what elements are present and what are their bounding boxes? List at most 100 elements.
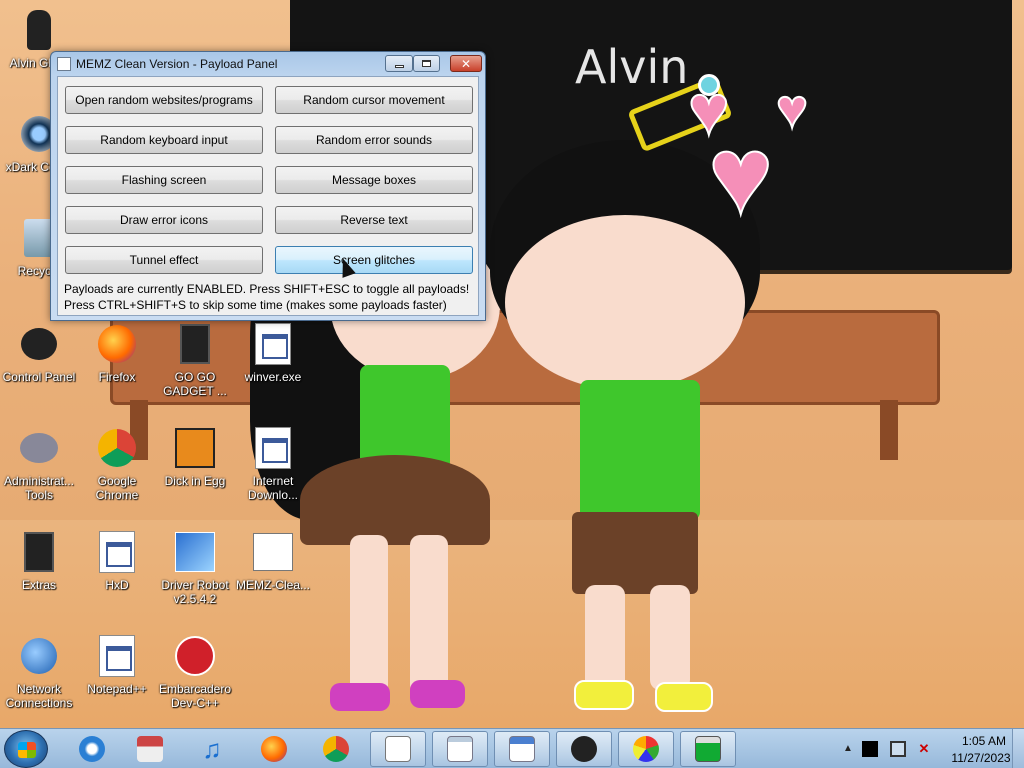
network-connections-icon bbox=[17, 634, 61, 678]
desktop-icon[interactable]: MEMZ-Clea... bbox=[234, 530, 312, 592]
desktop-icon-label: Dick in Egg bbox=[164, 474, 226, 488]
wordpad-icon bbox=[509, 736, 535, 762]
desktop-icon[interactable]: winver.exe bbox=[234, 322, 312, 384]
chrome-icon bbox=[323, 736, 349, 762]
taskbar-control-panel[interactable] bbox=[556, 731, 612, 767]
close-icon: ✕ bbox=[460, 56, 472, 71]
desktop-icon-label: Embarcadero Dev-C++ bbox=[158, 682, 232, 710]
desktop-icon[interactable]: Google Chrome bbox=[78, 426, 156, 502]
chrome-icon bbox=[95, 426, 139, 470]
taskbar-task-manager[interactable] bbox=[680, 731, 736, 767]
desktop-icon[interactable]: Firefox bbox=[78, 322, 156, 384]
maximize-icon bbox=[422, 60, 431, 67]
desktop-icon-label: Network Connections bbox=[5, 682, 73, 710]
desktop-icon[interactable]: Control Panel bbox=[0, 322, 78, 384]
action-center-icon[interactable] bbox=[862, 741, 878, 757]
tunnel-effect-button[interactable]: Tunnel effect bbox=[65, 246, 263, 274]
taskbar-chrome[interactable] bbox=[308, 731, 364, 767]
wallpaper-girl-leg bbox=[410, 535, 448, 695]
random-cursor-movement-button[interactable]: Random cursor movement bbox=[275, 86, 473, 114]
wallpaper-boy-shoe bbox=[655, 682, 713, 712]
desktop-icon-label: Extras bbox=[21, 578, 56, 592]
desktop-icon[interactable]: HxD bbox=[78, 530, 156, 592]
taskbar-memz-window[interactable] bbox=[370, 731, 426, 767]
desktop-icon[interactable]: Embarcadero Dev-C++ bbox=[156, 634, 234, 710]
wallpaper-boy-shorts bbox=[572, 512, 698, 594]
firefox-icon bbox=[95, 322, 139, 366]
payload-panel-client: Open random websites/programs Random cur… bbox=[57, 76, 479, 316]
random-keyboard-input-button[interactable]: Random keyboard input bbox=[65, 126, 263, 154]
taskbar: ♫ ▲ ✕ 1:05 AM 11/27/2023 bbox=[0, 728, 1024, 768]
store-icon bbox=[137, 736, 163, 762]
memz-icon bbox=[251, 530, 295, 574]
admin-tools-icon bbox=[17, 426, 61, 470]
notepadpp-icon bbox=[95, 634, 139, 678]
payload-status-text: Payloads are currently ENABLED. Press SH… bbox=[64, 282, 470, 296]
control-panel-icon bbox=[17, 322, 61, 366]
taskbar-firefox[interactable] bbox=[246, 731, 302, 767]
desktop-icon[interactable]: Notepad++ bbox=[78, 634, 156, 696]
network-icon[interactable] bbox=[890, 741, 906, 757]
start-button[interactable] bbox=[4, 730, 48, 768]
desktop-icon[interactable]: Driver Robot v2.5.4.2 bbox=[156, 530, 234, 606]
desktop-icon-label: GO GO GADGET ... bbox=[163, 370, 227, 398]
gadget-icon bbox=[173, 322, 217, 366]
desktop-icon-label: Firefox bbox=[98, 370, 136, 384]
show-desktop-button[interactable] bbox=[1012, 729, 1024, 768]
open-random-websites-button[interactable]: Open random websites/programs bbox=[65, 86, 263, 114]
clock-time[interactable]: 1:05 AM bbox=[954, 734, 1014, 748]
desktop-icon-label: Administrat... Tools bbox=[3, 474, 75, 502]
desktop-icon-label: MEMZ-Clea... bbox=[235, 578, 310, 592]
desktop-icon[interactable]: Internet Downlo... bbox=[234, 426, 312, 502]
devcpp-icon bbox=[173, 634, 217, 678]
desktop-icon[interactable]: Dick in Egg bbox=[156, 426, 234, 488]
flashing-screen-button[interactable]: Flashing screen bbox=[65, 166, 263, 194]
taskbar-wordpad[interactable] bbox=[494, 731, 550, 767]
window-titlebar[interactable]: MEMZ Clean Version - Payload Panel ✕ bbox=[51, 52, 485, 76]
maximize-button[interactable] bbox=[413, 55, 440, 72]
wallpaper-heart-icon: ♥ bbox=[707, 113, 774, 238]
desktop-icon[interactable]: Network Connections bbox=[0, 634, 78, 710]
desktop-icon[interactable]: Administrat... Tools bbox=[0, 426, 78, 502]
wallpaper-boy-face bbox=[505, 215, 745, 390]
extras-icon bbox=[17, 530, 61, 574]
random-error-sounds-button[interactable]: Random error sounds bbox=[275, 126, 473, 154]
system-tray: ▲ ✕ 1:05 AM 11/27/2023 bbox=[836, 729, 1024, 768]
taskbar-notepad[interactable] bbox=[432, 731, 488, 767]
wallpaper-boy-leg bbox=[585, 585, 625, 690]
desktop-icon-label: Google Chrome bbox=[95, 474, 139, 502]
close-button[interactable]: ✕ bbox=[450, 55, 482, 72]
taskbar-store[interactable] bbox=[122, 731, 178, 767]
minimize-button[interactable] bbox=[385, 55, 413, 72]
wallpaper-girl-leg bbox=[350, 535, 388, 695]
clock-date[interactable]: 11/27/2023 bbox=[944, 751, 1018, 765]
taskbar-paint[interactable] bbox=[618, 731, 674, 767]
show-hidden-icons-icon[interactable]: ▲ bbox=[840, 741, 856, 757]
internet-explorer-icon bbox=[79, 736, 105, 762]
volume-muted-icon[interactable]: ✕ bbox=[916, 741, 932, 757]
desktop-icon-label: winver.exe bbox=[244, 370, 302, 384]
taskbar-music[interactable]: ♫ bbox=[184, 731, 240, 767]
control-panel-icon bbox=[571, 736, 597, 762]
notepad-icon bbox=[447, 736, 473, 762]
reverse-text-button[interactable]: Reverse text bbox=[275, 206, 473, 234]
wallpaper-table-leg bbox=[880, 400, 898, 460]
skip-time-hint-text: Press CTRL+SHIFT+S to skip some time (ma… bbox=[64, 298, 447, 312]
payload-panel-window: MEMZ Clean Version - Payload Panel ✕ Ope… bbox=[50, 51, 486, 321]
desktop-icon-label: HxD bbox=[105, 578, 129, 592]
desktop-icon-label: Notepad++ bbox=[87, 682, 147, 696]
dick-in-egg-icon bbox=[173, 426, 217, 470]
winver-icon bbox=[251, 322, 295, 366]
user-figure-icon bbox=[17, 8, 61, 52]
window-title: MEMZ Clean Version - Payload Panel bbox=[76, 57, 278, 71]
message-boxes-button[interactable]: Message boxes bbox=[275, 166, 473, 194]
desktop-icon-label: Control Panel bbox=[2, 370, 76, 384]
hxd-icon bbox=[95, 530, 139, 574]
desktop-icon[interactable]: GO GO GADGET ... bbox=[156, 322, 234, 398]
paint-icon bbox=[633, 736, 659, 762]
draw-error-icons-button[interactable]: Draw error icons bbox=[65, 206, 263, 234]
taskbar-internet-explorer[interactable] bbox=[64, 731, 120, 767]
screen-glitches-button[interactable]: Screen glitches bbox=[275, 246, 473, 274]
desktop-icon[interactable]: Extras bbox=[0, 530, 78, 592]
app-icon bbox=[57, 57, 71, 71]
